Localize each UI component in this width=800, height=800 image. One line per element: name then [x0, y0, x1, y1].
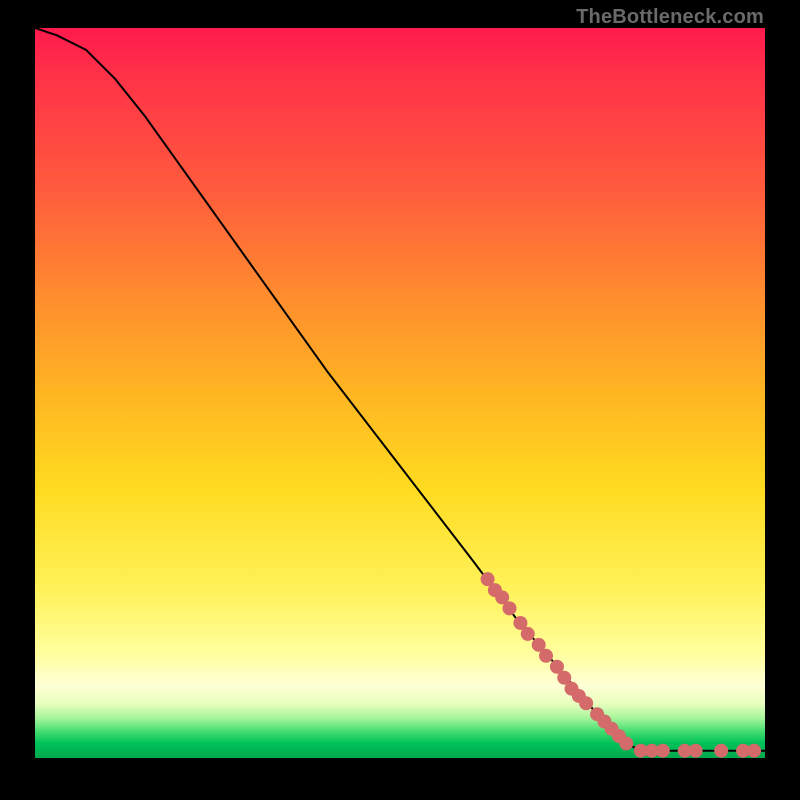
- marker-dot: [714, 744, 728, 758]
- marker-dot: [503, 601, 517, 615]
- marker-dot: [521, 627, 535, 641]
- curve-line: [35, 28, 765, 751]
- chart-overlay: [35, 28, 765, 758]
- plot-area: [35, 28, 765, 758]
- marker-dot: [579, 696, 593, 710]
- marker-dot: [619, 736, 633, 750]
- marker-dot: [689, 744, 703, 758]
- marker-dot: [747, 744, 761, 758]
- chart-frame: TheBottleneck.com: [0, 0, 800, 800]
- marker-dots: [481, 572, 761, 758]
- marker-dot: [539, 649, 553, 663]
- watermark-text: TheBottleneck.com: [576, 6, 764, 29]
- marker-dot: [656, 744, 670, 758]
